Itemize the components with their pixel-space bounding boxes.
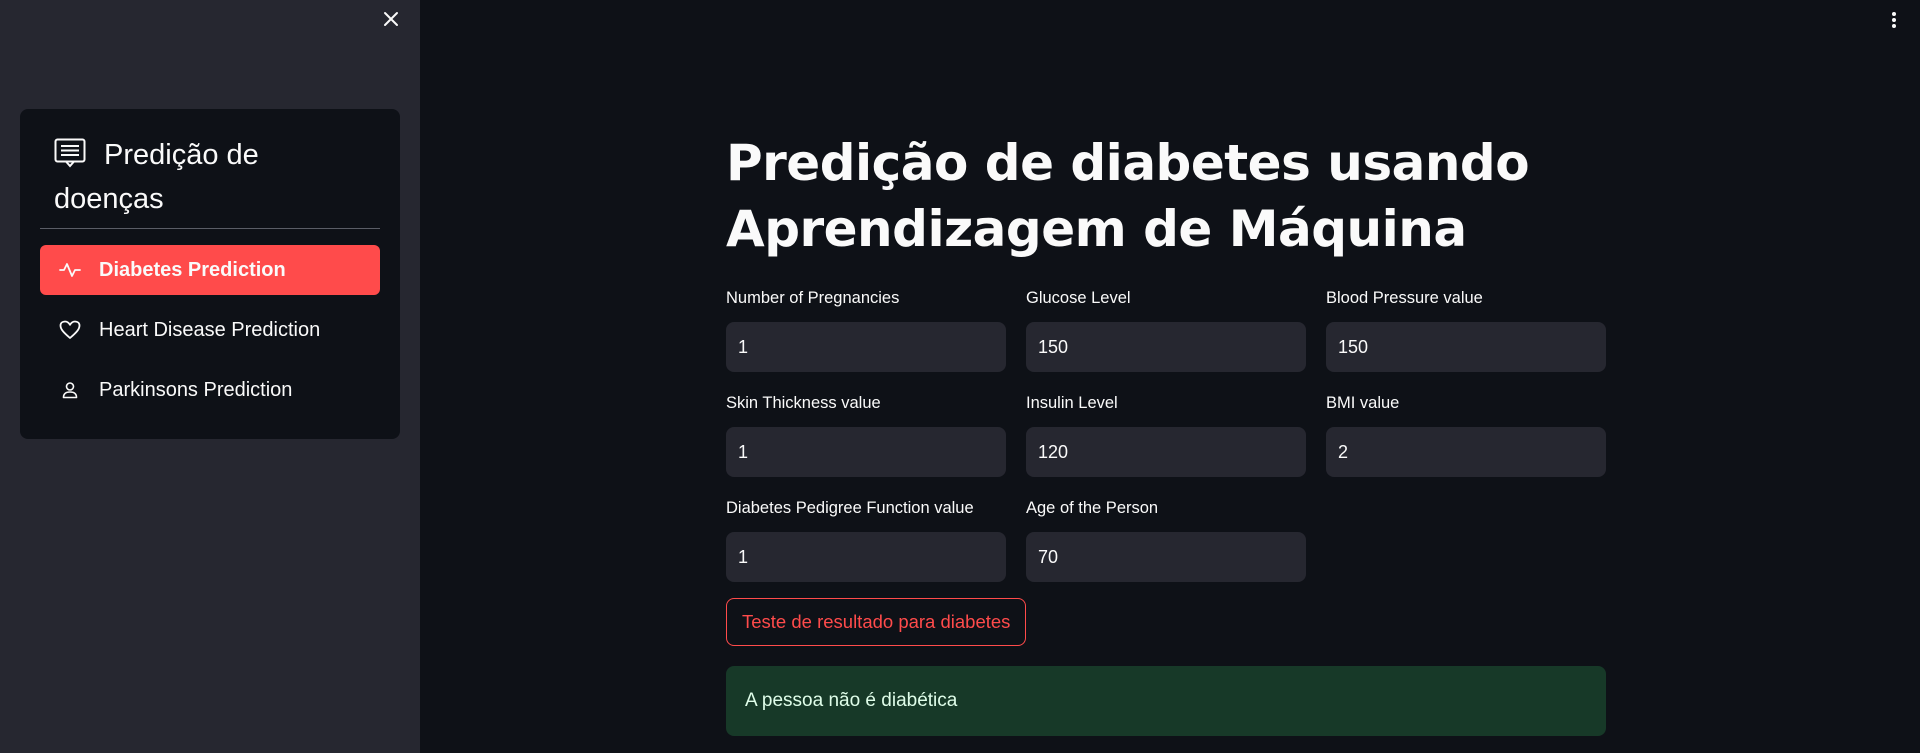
insulin-input[interactable] — [1026, 427, 1306, 477]
bmi-input[interactable] — [1326, 427, 1606, 477]
bmi-field-group: BMI value — [1326, 393, 1606, 477]
glucose-label: Glucose Level — [1026, 289, 1131, 307]
pregnancies-input[interactable] — [726, 322, 1006, 372]
glucose-field-group: Glucose Level — [1026, 288, 1306, 372]
pedigree-input[interactable] — [726, 532, 1006, 582]
menu-item-diabetes-prediction[interactable]: Diabetes Prediction — [40, 245, 380, 295]
pedigree-label: Diabetes Pedigree Function value — [726, 499, 974, 517]
pedigree-field-group: Diabetes Pedigree Function value — [726, 498, 1006, 582]
blood-pressure-field-group: Blood Pressure value — [1326, 288, 1606, 372]
bmi-label: BMI value — [1326, 394, 1400, 412]
menu-item-label: Diabetes Prediction — [99, 258, 286, 281]
insulin-label: Insulin Level — [1026, 394, 1118, 412]
sidebar: Predição de doenças Diabetes Prediction … — [0, 0, 420, 753]
menu-item-heart-disease-prediction[interactable]: Heart Disease Prediction — [40, 305, 380, 355]
age-field-group: Age of the Person — [1026, 498, 1306, 582]
age-input[interactable] — [1026, 532, 1306, 582]
person-icon — [58, 378, 82, 402]
insulin-field-group: Insulin Level — [1026, 393, 1306, 477]
skin-thickness-label: Skin Thickness value — [726, 394, 881, 412]
pregnancies-label: Number of Pregnancies — [726, 289, 900, 307]
blood-pressure-label: Blood Pressure value — [1326, 289, 1483, 307]
page-title: Predição de diabetes usando Aprendizagem… — [726, 134, 1530, 258]
glucose-input[interactable] — [1026, 322, 1306, 372]
diabetes-test-button[interactable]: Teste de resultado para diabetes — [726, 598, 1027, 646]
main-menu-button[interactable] — [1882, 8, 1906, 32]
option-menu: Predição de doenças Diabetes Prediction … — [20, 109, 400, 439]
skin-thickness-field-group: Skin Thickness value — [726, 393, 1006, 477]
activity-icon — [58, 258, 82, 282]
close-icon — [384, 12, 398, 26]
age-label: Age of the Person — [1026, 499, 1159, 517]
result-success-alert: A pessoa não é diabética — [726, 666, 1606, 736]
menu-item-label: Parkinsons Prediction — [99, 378, 293, 401]
result-text: A pessoa não é diabética — [745, 690, 958, 711]
skin-thickness-input[interactable] — [726, 427, 1006, 477]
card-list-icon — [54, 138, 86, 168]
close-sidebar-button[interactable] — [378, 6, 404, 32]
pregnancies-field-group: Number of Pregnancies — [726, 288, 1006, 372]
kebab-menu-icon — [1892, 12, 1896, 28]
menu-divider — [40, 228, 380, 229]
menu-title: Predição de doenças — [54, 133, 374, 221]
menu-item-parkinsons-prediction[interactable]: Parkinsons Prediction — [40, 365, 380, 415]
menu-item-label: Heart Disease Prediction — [99, 318, 321, 341]
heart-icon — [58, 318, 82, 342]
blood-pressure-input[interactable] — [1326, 322, 1606, 372]
